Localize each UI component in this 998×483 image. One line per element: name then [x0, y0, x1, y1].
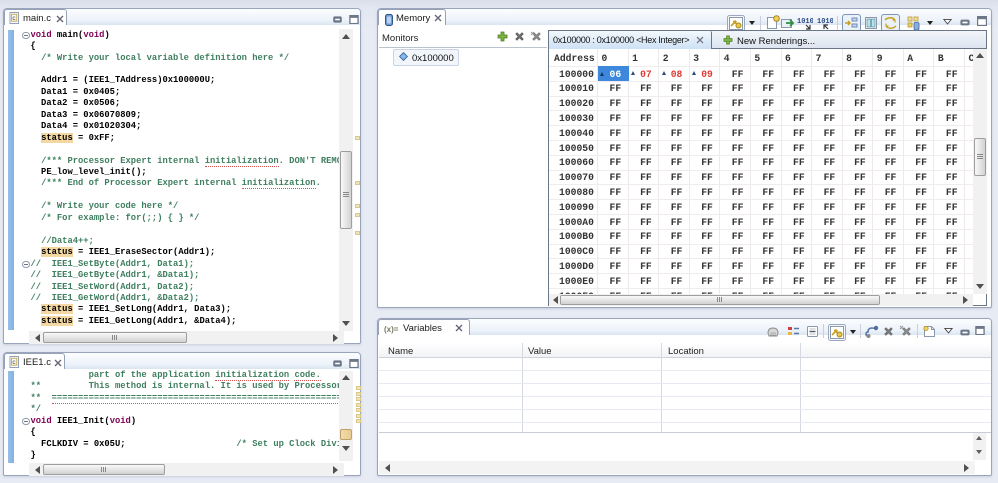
svg-text:1010: 1010	[797, 18, 813, 26]
